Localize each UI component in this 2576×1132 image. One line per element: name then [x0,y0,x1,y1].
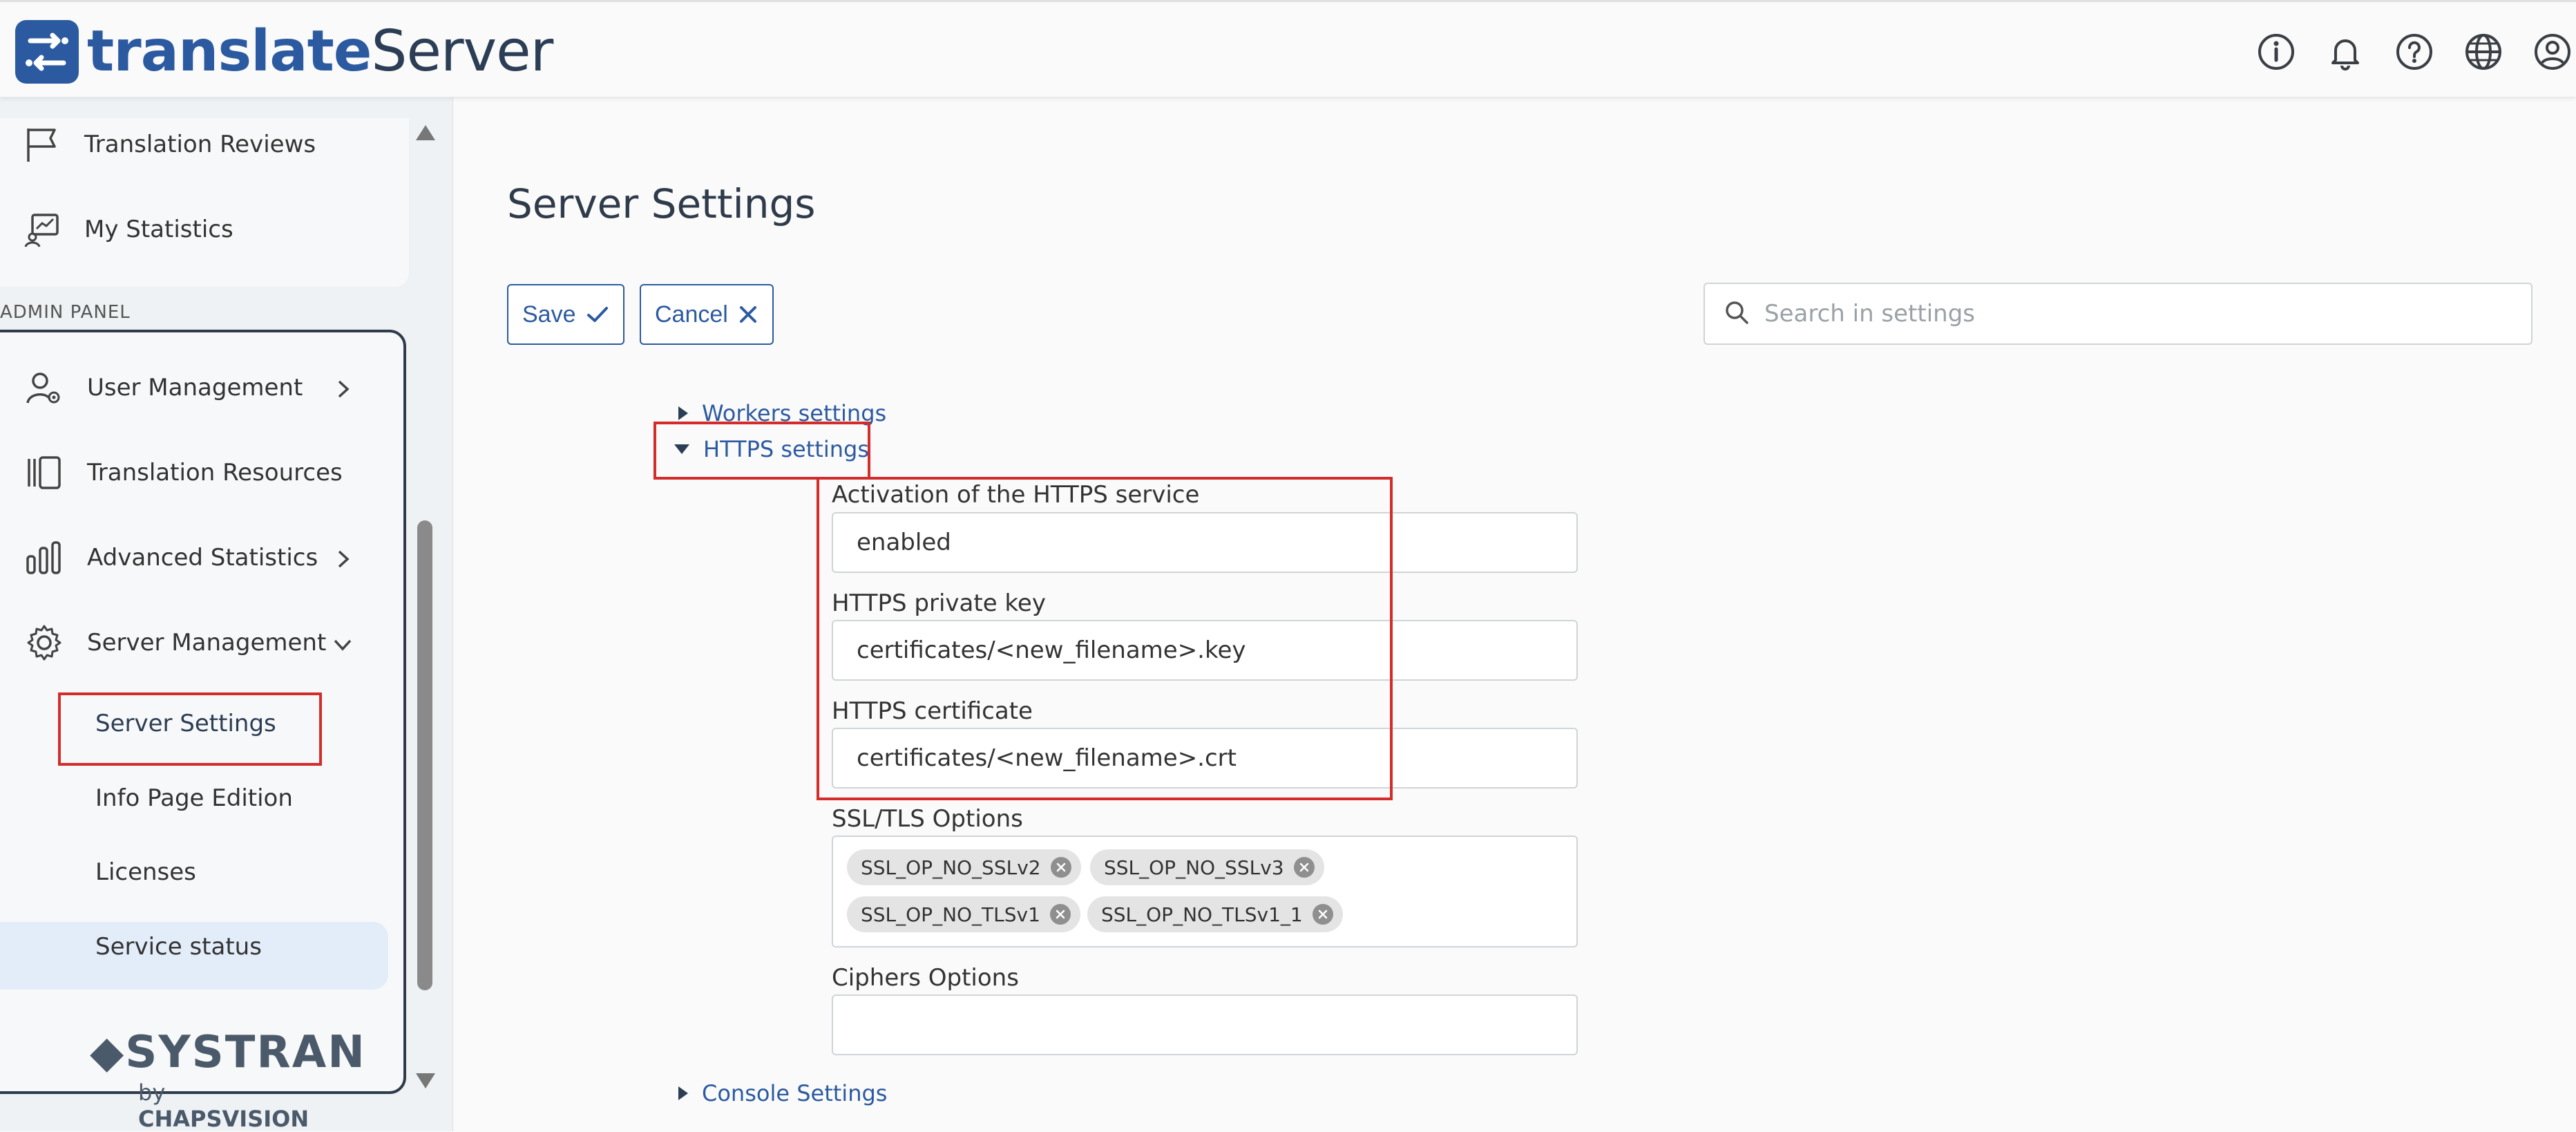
sidebar-item-translation-reviews[interactable]: Translation Reviews [21,124,316,165]
scroll-thumb[interactable] [417,520,432,990]
systran-logo: ◆SYSTRAN [90,1027,366,1078]
gear-icon [23,622,65,663]
ssl-option-chip: SSL_OP_NO_TLSv1_1 [1087,896,1343,932]
ciphers-input[interactable] [832,994,1578,1055]
sidebar-subitem-info-page-edition[interactable]: Info Page Edition [95,784,293,812]
sidebar-item-advanced-statistics[interactable]: Advanced Statistics [23,537,318,578]
field-label-ssl-options: SSL/TLS Options [832,805,1023,833]
sidebar-item-my-statistics[interactable]: My Statistics [21,209,233,250]
search-input[interactable] [1764,300,2510,328]
chevron-down-icon[interactable] [330,632,355,657]
sidebar-scrollbar[interactable] [410,125,438,1093]
sidebar-item-label: Server Management [87,629,327,657]
field-label-certificate: HTTPS certificate [832,697,1033,725]
sidebar: Translation Reviews My Statistics ADMIN … [0,97,453,1132]
chip-remove-icon[interactable] [1293,857,1315,878]
sidebar-item-label: Advanced Statistics [87,544,318,572]
section-https-settings[interactable]: HTTPS settings [674,436,869,462]
sidebar-item-label: Translation Reviews [84,131,316,158]
help-icon[interactable] [2391,28,2438,75]
admin-panel-label: ADMIN PANEL [0,302,131,323]
activation-select[interactable]: enabled [832,512,1578,573]
sidebar-subitem-licenses[interactable]: Licenses [95,858,196,886]
section-workers-settings[interactable]: Workers settings [678,400,886,426]
close-icon [738,304,759,325]
check-icon [586,303,609,326]
chip-remove-icon[interactable] [1050,857,1071,878]
certificate-input[interactable]: certificates/<new_filename>.crt [832,728,1578,789]
search-icon [1723,299,1750,329]
cancel-button[interactable]: Cancel [640,284,774,345]
logo-text: translateServer [87,19,553,84]
info-icon[interactable] [2253,28,2300,75]
chevron-right-icon[interactable] [330,547,355,572]
bell-icon[interactable] [2322,28,2369,75]
chevron-right-icon[interactable] [330,377,355,402]
main-content: Server Settings Save Cancel Workers sett… [453,97,2576,1131]
statistics-icon [21,209,62,250]
top-bar: translateServer [0,0,2576,97]
resources-icon [23,452,65,493]
scroll-up-arrow-icon[interactable] [416,125,435,140]
user-icon[interactable] [2529,28,2576,75]
field-label-activation: Activation of the HTTPS service [832,481,1200,509]
sidebar-item-user-management[interactable]: User Management [23,367,303,408]
caret-down-icon [674,444,689,454]
globe-icon[interactable] [2460,28,2507,75]
brand-footer: ◆SYSTRAN by CHAPSVISION [90,1027,366,1132]
ssl-option-chip: SSL_OP_NO_TLSv1 [847,896,1080,932]
chapsvision-byline: by CHAPSVISION [138,1079,309,1132]
page-title: Server Settings [507,180,816,227]
sidebar-item-label: My Statistics [84,216,233,243]
app-logo[interactable]: translateServer [15,20,553,84]
sidebar-subitem-server-settings[interactable]: Server Settings [95,710,276,737]
caret-right-icon [678,406,688,420]
section-console-settings[interactable]: Console Settings [678,1080,887,1106]
sidebar-item-server-management[interactable]: Server Management [23,622,326,663]
scroll-down-arrow-icon[interactable] [416,1073,435,1088]
sidebar-item-label: User Management [87,374,303,402]
field-label-private-key: HTTPS private key [832,589,1046,617]
sidebar-item-translation-resources[interactable]: Translation Resources [23,452,343,493]
flag-icon [21,124,62,165]
logo-icon [15,20,79,84]
settings-search-box[interactable] [1704,283,2532,345]
ssl-options-input[interactable]: SSL_OP_NO_SSLv2 SSL_OP_NO_SSLv3 SSL_OP_N… [832,836,1578,947]
save-button[interactable]: Save [507,284,624,345]
chip-remove-icon[interactable] [1312,904,1333,925]
sidebar-subitem-service-status[interactable]: Service status [95,933,262,961]
ssl-option-chip: SSL_OP_NO_SSLv2 [847,849,1081,885]
private-key-input[interactable]: certificates/<new_filename>.key [832,620,1578,681]
ssl-option-chip: SSL_OP_NO_SSLv3 [1090,849,1324,885]
user-gear-icon [23,367,65,408]
sidebar-item-label: Translation Resources [87,459,343,487]
chip-remove-icon[interactable] [1049,904,1071,925]
bar-chart-icon [23,537,65,578]
field-label-ciphers: Ciphers Options [832,964,1019,992]
caret-right-icon [678,1086,688,1100]
admin-panel-card: User Management Translation Resources Ad… [0,330,406,1094]
